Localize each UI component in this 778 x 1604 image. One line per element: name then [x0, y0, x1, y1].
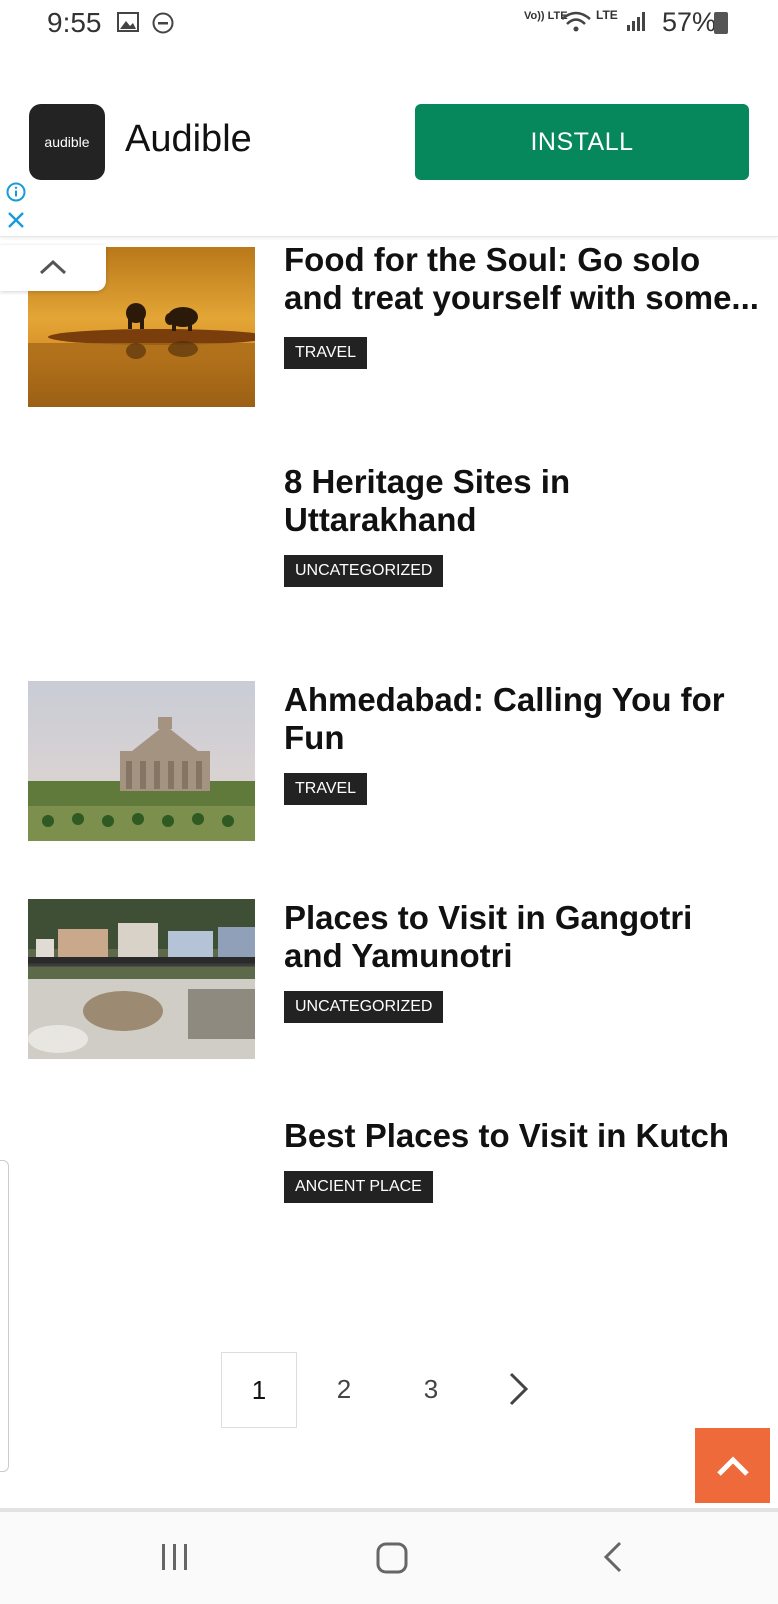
recent-apps-icon[interactable]: [160, 1542, 190, 1572]
page-1-link[interactable]: 1: [221, 1352, 297, 1428]
app-icon-text: audible: [44, 134, 90, 150]
signal-icon: [627, 12, 645, 31]
post-category-tag[interactable]: TRAVEL: [284, 773, 368, 805]
audible-app-icon[interactable]: audible: [29, 104, 105, 180]
post-title[interactable]: Ahmedabad: Calling You for Fun: [284, 681, 760, 757]
post-title[interactable]: Best Places to Visit in Kutch: [284, 1117, 760, 1155]
post-category-tag[interactable]: ANCIENT PLACE: [284, 1171, 433, 1203]
status-time: 9:55: [47, 7, 102, 38]
side-widget-edge[interactable]: [0, 1160, 9, 1472]
next-page-link[interactable]: [481, 1352, 555, 1426]
home-icon[interactable]: [376, 1542, 408, 1574]
dnd-icon: [152, 12, 174, 34]
android-nav-bar: [0, 1508, 778, 1604]
page-2-link[interactable]: 2: [307, 1352, 381, 1426]
image-icon: [117, 12, 139, 32]
post-title[interactable]: 8 Heritage Sites in Uttarakhand: [284, 463, 760, 539]
post-title[interactable]: Places to Visit in Gangotri and Yamunotr…: [284, 899, 760, 975]
back-icon[interactable]: [600, 1540, 624, 1574]
post-thumbnail-gangotri[interactable]: [28, 899, 255, 1059]
post-title[interactable]: Food for the Soul: Go solo and treat you…: [284, 241, 760, 317]
chevron-up-icon: [39, 259, 67, 275]
chevron-right-icon: [509, 1372, 529, 1406]
page-3-link[interactable]: 3: [394, 1352, 468, 1426]
lte-indicator: LTE: [596, 8, 618, 22]
ad-info-icon[interactable]: [6, 182, 26, 202]
back-to-top-button[interactable]: [695, 1428, 770, 1503]
chevron-up-icon: [716, 1455, 749, 1476]
collapse-ad-tab[interactable]: [0, 245, 106, 291]
post-thumbnail-ahmedabad[interactable]: [28, 681, 255, 841]
river-town-image: [28, 899, 255, 1059]
ad-close-icon[interactable]: [6, 210, 26, 230]
battery-percent: 57%: [661, 7, 716, 37]
install-button[interactable]: INSTALL: [415, 104, 749, 180]
ad-banner: audible Audible INSTALL: [0, 88, 778, 237]
post-category-tag[interactable]: UNCATEGORIZED: [284, 991, 444, 1023]
post-category-tag[interactable]: TRAVEL: [284, 337, 368, 369]
ad-app-name[interactable]: Audible: [125, 118, 252, 161]
post-category-tag[interactable]: UNCATEGORIZED: [284, 555, 444, 587]
battery-icon: [714, 12, 728, 34]
wifi-icon: [561, 11, 591, 32]
memorial-garden-image: [28, 681, 255, 841]
status-bar: 9:55 Vo)) LTE LTE 57%: [0, 0, 778, 50]
